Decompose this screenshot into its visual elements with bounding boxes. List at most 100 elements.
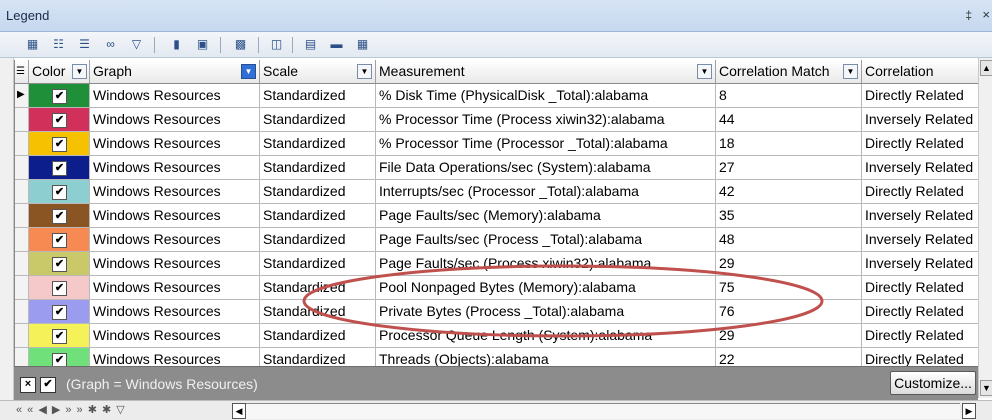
visibility-checkbox[interactable]: ✔ [52, 329, 67, 344]
graph-cell[interactable]: Windows Resources [90, 348, 260, 366]
color-swatch[interactable]: ✔ [29, 348, 90, 366]
correlation-match-cell[interactable]: 42 [716, 180, 862, 203]
enable-filter-checkbox[interactable]: ✔ [40, 377, 56, 393]
graph-cell[interactable]: Windows Resources [90, 132, 260, 155]
graph-cell[interactable]: Windows Resources [90, 276, 260, 299]
chevron-down-icon[interactable]: ▼ [357, 64, 372, 79]
customize-button[interactable]: Customize... [890, 371, 976, 395]
scroll-right-icon[interactable]: ▶ [962, 403, 976, 419]
measurement-cell[interactable]: % Disk Time (PhysicalDisk _Total):alabam… [376, 84, 716, 107]
measurement-cell[interactable]: Page Faults/sec (Process xiwin32):alabam… [376, 252, 716, 275]
color-swatch[interactable]: ✔ [29, 132, 90, 155]
chevron-down-icon[interactable]: ▼ [241, 64, 256, 79]
correlation-cell[interactable]: Directly Related [862, 348, 992, 366]
table-row[interactable]: ✔ Windows Resources Standardized Interrupts… [15, 180, 992, 204]
scale-cell[interactable]: Standardized [260, 156, 376, 179]
row-selector[interactable] [15, 132, 29, 155]
correlation-cell[interactable]: Inversely Related [862, 204, 992, 227]
correlation-cell[interactable]: Directly Related [862, 84, 992, 107]
graph-cell[interactable]: Windows Resources [90, 252, 260, 275]
measurement-cell[interactable]: Private Bytes (Process _Total):alabama [376, 300, 716, 323]
correlation-cell[interactable]: Inversely Related [862, 108, 992, 131]
table-row[interactable]: ✔ Windows Resources Standardized Private By… [15, 300, 992, 324]
row-selector[interactable] [15, 180, 29, 203]
visibility-checkbox[interactable]: ✔ [52, 305, 67, 320]
scale-cell[interactable]: Standardized [260, 276, 376, 299]
horizontal-scroll-track[interactable] [246, 403, 960, 419]
table-row[interactable]: ✔ Windows Resources Standardized Page Fault… [15, 252, 992, 276]
table-row[interactable]: ✔ Windows Resources Standardized File Data … [15, 156, 992, 180]
visibility-checkbox[interactable]: ✔ [52, 281, 67, 296]
col-graph-header[interactable]: Graph ▼ [90, 60, 260, 83]
row-selector[interactable] [15, 84, 29, 107]
pin-icon[interactable]: ‡ [965, 8, 972, 22]
measurement-cell[interactable]: Threads (Objects):alabama [376, 348, 716, 366]
scale-cell[interactable]: Standardized [260, 108, 376, 131]
row-selector[interactable] [15, 228, 29, 251]
table-row[interactable]: ✔ Windows Resources Standardized% Processo… [15, 132, 992, 156]
table-row[interactable]: ✔ Windows Resources Standardized% Processo… [15, 108, 992, 132]
scale-cell[interactable]: Standardized [260, 348, 376, 366]
color-swatch[interactable]: ✔ [29, 252, 90, 275]
row-selector[interactable] [15, 324, 29, 347]
visibility-checkbox[interactable]: ✔ [52, 233, 67, 248]
table-row[interactable]: ✔ Windows Resources Standardized Pool Nonpa… [15, 276, 992, 300]
scroll-up-icon[interactable]: ▲ [980, 60, 992, 76]
row-selector[interactable] [15, 108, 29, 131]
row-selector[interactable] [15, 252, 29, 275]
group-icon[interactable]: ▤ [302, 36, 319, 53]
measurement-cell[interactable]: Processor Queue Length (System):alabama [376, 324, 716, 347]
row-selector[interactable] [15, 348, 29, 366]
measurement-cell[interactable]: Page Faults/sec (Memory):alabama [376, 204, 716, 227]
filter-icon[interactable]: ▽ [128, 36, 145, 53]
measurement-cell[interactable]: Page Faults/sec (Process _Total):alabama [376, 228, 716, 251]
visibility-checkbox[interactable]: ✔ [52, 353, 67, 366]
grid-layout-icon[interactable]: ▦ [24, 36, 41, 53]
row-selector[interactable] [15, 276, 29, 299]
clear-filter-button[interactable]: × [20, 377, 36, 393]
scroll-left-icon[interactable]: ◀ [232, 403, 246, 419]
scroll-down-icon[interactable]: ▼ [980, 380, 992, 396]
chevron-down-icon[interactable]: ▼ [843, 64, 858, 79]
close-icon[interactable]: × [982, 7, 990, 22]
col-color-header[interactable]: Color ▼ [29, 60, 90, 83]
col-correlation-header[interactable]: Correlation [862, 60, 992, 83]
measurement-cell[interactable]: Interrupts/sec (Processor _Total):alabam… [376, 180, 716, 203]
scale-cell[interactable]: Standardized [260, 204, 376, 227]
graph-cell[interactable]: Windows Resources [90, 204, 260, 227]
measurement-cell[interactable]: File Data Operations/sec (System):alabam… [376, 156, 716, 179]
graph-cell[interactable]: Windows Resources [90, 300, 260, 323]
correlation-match-cell[interactable]: 29 [716, 252, 862, 275]
color-swatch[interactable]: ✔ [29, 180, 90, 203]
correlation-match-cell[interactable]: 18 [716, 132, 862, 155]
visibility-checkbox[interactable]: ✔ [52, 185, 67, 200]
measurement-cell[interactable]: % Processor Time (Processor _Total):alab… [376, 132, 716, 155]
correlation-cell[interactable]: Directly Related [862, 300, 992, 323]
color-swatch[interactable]: ✔ [29, 156, 90, 179]
visibility-checkbox[interactable]: ✔ [52, 137, 67, 152]
correlation-match-cell[interactable]: 76 [716, 300, 862, 323]
graph-cell[interactable]: Windows Resources [90, 228, 260, 251]
print-icon[interactable]: ▩ [232, 36, 249, 53]
correlation-cell[interactable]: Inversely Related [862, 228, 992, 251]
scale-cell[interactable]: Standardized [260, 180, 376, 203]
scale-cell[interactable]: Standardized [260, 132, 376, 155]
col-measurement-header[interactable]: Measurement ▼ [376, 60, 716, 83]
measurement-cell[interactable]: % Processor Time (Process xiwin32):alaba… [376, 108, 716, 131]
visibility-checkbox[interactable]: ✔ [52, 209, 67, 224]
color-swatch[interactable]: ✔ [29, 84, 90, 107]
scale-cell[interactable]: Standardized [260, 84, 376, 107]
color-swatch[interactable]: ✔ [29, 300, 90, 323]
folder-icon[interactable]: ▮ [168, 36, 185, 53]
scale-cell[interactable]: Standardized [260, 228, 376, 251]
row-selector[interactable] [15, 300, 29, 323]
table-row[interactable]: ✔ Windows Resources Standardized Processor … [15, 324, 992, 348]
table-row[interactable]: ✔ Windows Resources Standardized Page Fault… [15, 204, 992, 228]
table-row[interactable]: ✔ Windows Resources Standardized Threads (O… [15, 348, 992, 366]
visibility-checkbox[interactable]: ✔ [52, 257, 67, 272]
visibility-checkbox[interactable]: ✔ [52, 89, 67, 104]
correlation-match-cell[interactable]: 29 [716, 324, 862, 347]
select-icon[interactable]: ☰ [76, 36, 93, 53]
scale-cell[interactable]: Standardized [260, 252, 376, 275]
correlation-cell[interactable]: Inversely Related [862, 156, 992, 179]
